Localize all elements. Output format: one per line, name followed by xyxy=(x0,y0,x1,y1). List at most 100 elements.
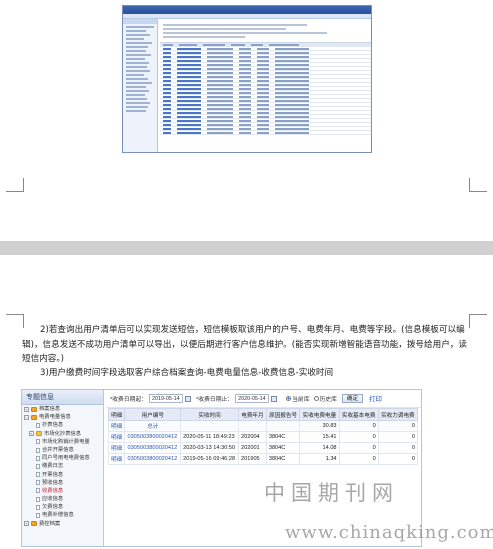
document-icon xyxy=(36,472,40,478)
document-icon xyxy=(36,439,40,445)
paid-adjust: 0 xyxy=(377,453,419,465)
column-header: 实收时间 xyxy=(180,408,239,421)
calendar-icon[interactable] xyxy=(185,395,192,402)
document-icon xyxy=(36,496,40,502)
document-icon xyxy=(36,455,40,461)
folder-icon xyxy=(36,431,42,437)
folder-icon xyxy=(31,406,37,412)
confirm-button[interactable]: 确定 xyxy=(341,394,364,403)
fee-month: 202001 xyxy=(238,442,267,454)
tree-item-payment-log[interactable]: 缴费日志 xyxy=(22,462,103,470)
tree-item-arrears[interactable]: 欠费信息 xyxy=(22,503,103,511)
paid-time: 2020-03-13 14:30:50 xyxy=(180,442,239,454)
table-row: 明细 0305003800020412 2020-05-11 18:49:23 … xyxy=(107,431,419,443)
tree-item-charge-info[interactable]: 收费信息 xyxy=(22,487,103,495)
expand-icon[interactable] xyxy=(24,406,29,412)
paid-basic: 0 xyxy=(338,453,379,465)
end-date-input[interactable]: 2020-05-14 xyxy=(235,394,270,403)
thumbnail-main xyxy=(160,19,371,152)
paid-time: 2019-05-16 09:46:28 xyxy=(180,453,239,465)
column-header: 实收电费电量 xyxy=(299,408,340,421)
fee-month: 201905 xyxy=(238,453,267,465)
crop-mark-top-right xyxy=(469,178,487,192)
document-icon xyxy=(36,480,40,486)
column-header: 电费年月 xyxy=(238,408,267,421)
tree-item-meter-reading[interactable]: 抄表信息 xyxy=(22,421,103,429)
sidebar-header: 专题信息 xyxy=(22,390,103,405)
document-icon xyxy=(36,488,40,494)
table-summary-row: 明细 总计 30.83 0 0 xyxy=(107,420,419,432)
user-number-link[interactable]: 0305003800020412 xyxy=(124,453,182,465)
column-header: 实收基本电费 xyxy=(338,408,379,421)
expand-icon[interactable] xyxy=(24,521,29,527)
tree-item-fee-control[interactable]: 费控档案 xyxy=(22,520,103,528)
thumbnail-sidebar xyxy=(123,19,158,152)
total-adjust: 0 xyxy=(377,420,419,432)
tree-item-compensation[interactable]: 电费补偿信息 xyxy=(22,511,103,519)
radio-history-db[interactable] xyxy=(313,396,319,401)
tree-item-prepaid[interactable]: 预收信息 xyxy=(22,479,103,487)
calendar-icon[interactable] xyxy=(271,395,278,402)
watermark-url: www.chinaqking.com xyxy=(285,522,493,543)
tree-item-invoicing[interactable]: 开票信息 xyxy=(22,471,103,479)
user-number-link[interactable]: 0305003800020412 xyxy=(124,431,182,443)
document-icon xyxy=(36,447,40,453)
folder-icon xyxy=(31,414,37,420)
table-row: 明细 0305003800020412 2020-03-13 14:30:50 … xyxy=(107,442,419,454)
topic-tree: 档案信息 电费电量信息 抄表信息 市场化抄表信息 市场化购销计费电量 合并开票信… xyxy=(22,405,103,528)
column-header: 实收力调电费 xyxy=(377,408,419,421)
column-header: 用户编号 xyxy=(124,408,182,421)
paid-adjust: 0 xyxy=(377,431,419,443)
radio-history-db-label: 历史库 xyxy=(319,397,337,403)
query-bar: *收费日期起： 2019-05-14 *收费日期止： 2020-05-14 当前… xyxy=(106,390,421,408)
total-basic: 0 xyxy=(338,420,379,432)
tree-item-market-purchase[interactable]: 市场化购销计费电量 xyxy=(22,438,103,446)
print-link[interactable]: 打印 xyxy=(369,394,382,403)
paid-amount: 15.41 xyxy=(299,431,340,443)
total-link[interactable]: 总计 xyxy=(124,420,182,432)
paid-basic: 0 xyxy=(338,431,379,443)
reason-code: 3804C xyxy=(265,431,301,443)
column-header: 原因报告号 xyxy=(265,408,301,421)
table-row: 明细 0305003800020412 2019-05-16 09:46:28 … xyxy=(107,453,419,465)
paragraph-payment-time-field: 3)用户缴费时间字段选取客户综合档案查询-电费电量信息-收费信息-实收时间 xyxy=(40,368,334,378)
document-icon xyxy=(36,504,40,510)
thumbnail-form xyxy=(160,19,371,43)
paid-adjust: 0 xyxy=(377,442,419,454)
tree-item-market-reading[interactable]: 市场化抄表信息 xyxy=(22,430,103,438)
tree-item-archive[interactable]: 档案信息 xyxy=(22,405,103,413)
paid-basic: 0 xyxy=(338,442,379,454)
embedded-screenshot-thumbnail xyxy=(122,5,372,153)
paragraph-sms-function: 2)若查询出用户清单后可以实现发送短信，短信模板取该用户的户号、电费年月、电费等… xyxy=(22,325,467,364)
topic-sidebar: 专题信息 档案信息 电费电量信息 抄表信息 市场化抄表信息 市场化购销计费电量 … xyxy=(22,390,104,546)
page-break xyxy=(0,241,493,255)
detail-link[interactable]: 明细 xyxy=(107,420,126,432)
document-icon xyxy=(36,422,40,428)
radio-current-db[interactable] xyxy=(286,396,292,401)
thumbnail-title-bar xyxy=(123,6,371,14)
table-header-row: 明细 用户编号 实收时间 电费年月 原因报告号 实收电费电量 实收基本电费 实收… xyxy=(107,408,419,421)
collapse-icon[interactable] xyxy=(24,414,29,420)
watermark-cn: 中国期刊网 xyxy=(264,481,399,505)
column-header: 明细 xyxy=(107,408,126,421)
document-icon xyxy=(36,463,40,469)
tree-item-receivable[interactable]: 应收信息 xyxy=(22,495,103,503)
user-number-link[interactable]: 0305003800020412 xyxy=(124,442,182,454)
tree-item-same-account[interactable]: 同户号用电电费信息 xyxy=(22,454,103,462)
tree-item-fee-energy[interactable]: 电费电量信息 xyxy=(22,413,103,421)
paid-time: 2020-05-11 18:49:23 xyxy=(180,431,239,443)
paid-amount: 1.34 xyxy=(299,453,340,465)
detail-link[interactable]: 明细 xyxy=(107,431,126,443)
crop-mark-top-left xyxy=(6,178,24,192)
detail-link[interactable]: 明细 xyxy=(107,453,126,465)
radio-current-db-label: 当前库 xyxy=(292,397,310,403)
total-amount: 30.83 xyxy=(299,420,340,432)
end-date-label: *收费日期止： xyxy=(196,397,234,403)
reason-code: 3804C xyxy=(265,453,301,465)
paid-amount: 14.08 xyxy=(299,442,340,454)
start-date-input[interactable]: 2019-05-14 xyxy=(149,394,184,403)
tree-item-merged-invoice[interactable]: 合并开票信息 xyxy=(22,446,103,454)
detail-link[interactable]: 明细 xyxy=(107,442,126,454)
expand-icon[interactable] xyxy=(29,431,34,437)
reason-code: 3804C xyxy=(265,442,301,454)
